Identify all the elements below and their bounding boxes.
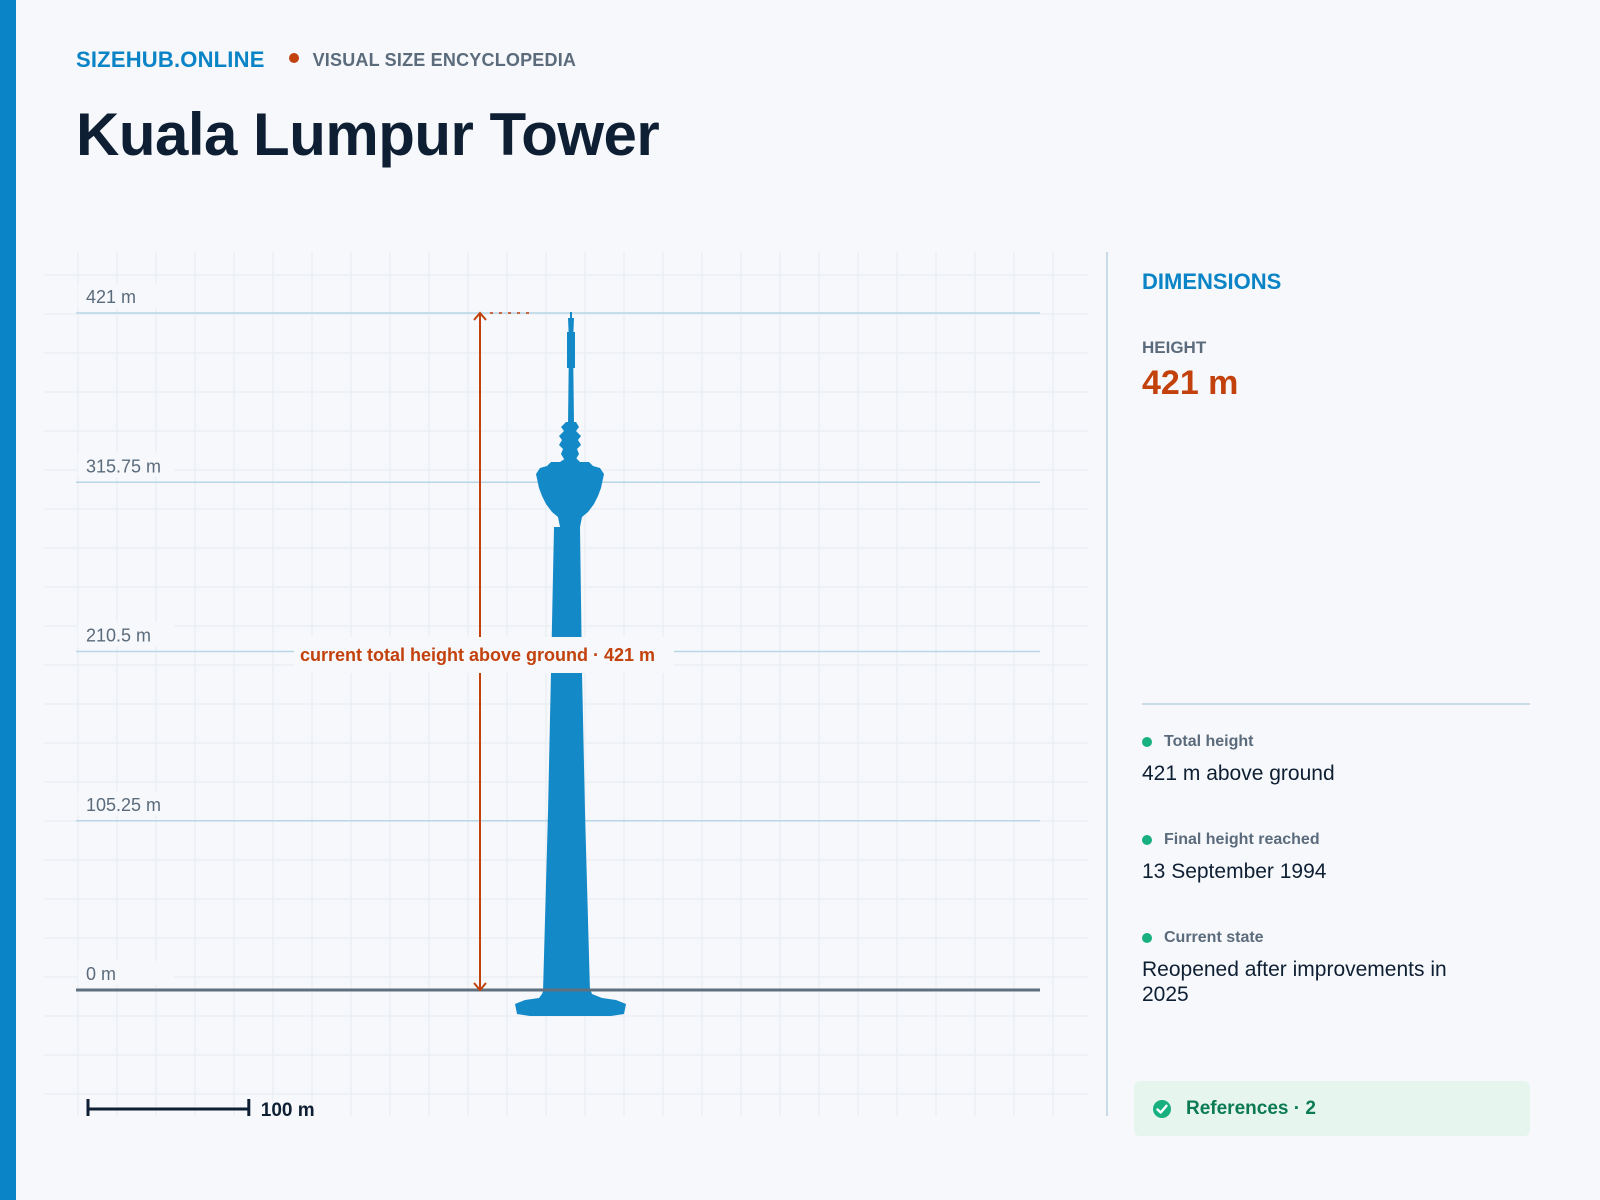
panel-divider bbox=[1106, 252, 1108, 1116]
site-brand[interactable]: SIZEHUB.ONLINE bbox=[76, 47, 265, 73]
gridline-label: 0 m bbox=[86, 964, 116, 984]
scale-bar: 100 m bbox=[86, 1099, 315, 1121]
tower-upper-rings bbox=[559, 422, 581, 459]
separator-dot bbox=[288, 53, 299, 63]
references-button[interactable]: References · 2 bbox=[1134, 1081, 1530, 1136]
fact-total-height: Total height 421 m above ground bbox=[1142, 733, 1530, 786]
height-value: 421 m bbox=[1142, 364, 1239, 402]
accent-bar bbox=[0, 0, 16, 1200]
gridline-label: 105.25 m bbox=[86, 795, 161, 815]
panel-rule bbox=[1142, 703, 1530, 705]
height-annotation: current total height above ground · 421 … bbox=[300, 645, 655, 665]
fact-value: 421 m above ground bbox=[1142, 762, 1335, 785]
gridline-label: 315.75 m bbox=[86, 456, 161, 476]
check-circle-icon bbox=[1153, 1099, 1171, 1118]
fact-label: Current state bbox=[1164, 929, 1264, 946]
height-diagram-svg: 421 m 315.75 m 210.5 m 105.25 m 0 m current … bbox=[44, 252, 1088, 1121]
site-subtitle: VISUAL SIZE ENCYCLOPEDIA bbox=[312, 49, 577, 70]
height-label: HEIGHT bbox=[1142, 338, 1207, 357]
gridline-label: 421 m bbox=[86, 287, 136, 307]
fact-label: Total height bbox=[1164, 733, 1254, 750]
scale-bar-label: 100 m bbox=[261, 1100, 315, 1116]
site-header: SIZEHUB.ONLINE VISUAL SIZE ENCYCLOPEDIA bbox=[76, 47, 576, 73]
status-dot bbox=[1142, 933, 1152, 943]
fact-label: Final height reached bbox=[1164, 831, 1320, 848]
fact-current-state: Current state Reopened after improvement… bbox=[1142, 929, 1530, 1007]
fact-value: Reopened after improvements in 2025 bbox=[1142, 958, 1447, 1006]
gridline-label: 210.5 m bbox=[86, 626, 151, 646]
fact-final-height-reached: Final height reached 13 September 1994 bbox=[1142, 831, 1530, 884]
dimensions-heading: DIMENSIONS bbox=[1142, 269, 1282, 294]
status-dot bbox=[1142, 835, 1152, 845]
fact-value: 13 September 1994 bbox=[1142, 860, 1327, 883]
tower-mast-segment bbox=[567, 332, 575, 368]
tower-shaft bbox=[543, 527, 590, 992]
page-title: Kuala Lumpur Tower bbox=[76, 101, 660, 168]
references-label: References · 2 bbox=[1186, 1097, 1316, 1119]
status-dot bbox=[1142, 737, 1152, 747]
height-diagram: 421 m 315.75 m 210.5 m 105.25 m 0 m current … bbox=[44, 252, 1088, 1121]
